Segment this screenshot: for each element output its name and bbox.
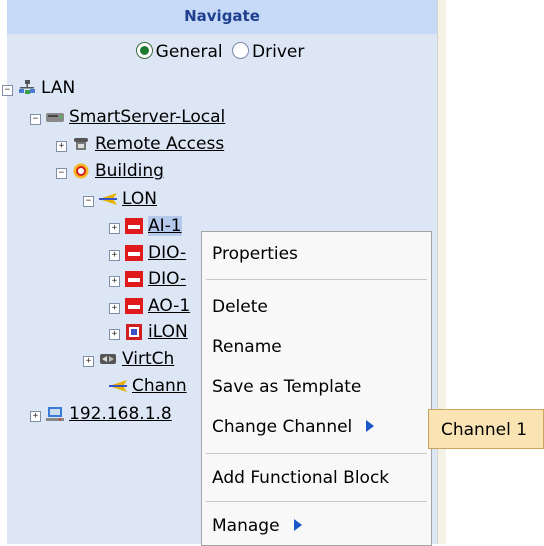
tree-label[interactable]: Building bbox=[95, 161, 164, 181]
server-icon bbox=[46, 113, 64, 122]
menu-item-manage[interactable]: Manage bbox=[212, 512, 302, 540]
tree-label[interactable]: AI-1 bbox=[148, 216, 182, 236]
tree-node-remote-access[interactable]: + Remote Access bbox=[56, 133, 224, 155]
panel-splitter[interactable] bbox=[437, 0, 446, 544]
menu-item-rename[interactable]: Rename bbox=[212, 333, 282, 361]
network-icon bbox=[19, 80, 35, 94]
driver-radio[interactable] bbox=[232, 42, 250, 59]
channel-icon bbox=[109, 380, 127, 392]
expand-icon[interactable]: + bbox=[109, 303, 120, 314]
menu-separator bbox=[206, 279, 427, 280]
tree-label[interactable]: LON bbox=[122, 189, 157, 209]
tree-node-lon[interactable]: − LON bbox=[83, 188, 157, 210]
tree-label[interactable]: Chann bbox=[132, 376, 187, 396]
panel-title: Navigate bbox=[7, 0, 437, 34]
expand-icon[interactable]: + bbox=[83, 356, 94, 367]
menu-item-label: Change Channel bbox=[212, 417, 353, 437]
collapse-icon[interactable]: − bbox=[30, 114, 41, 125]
general-radio[interactable] bbox=[135, 42, 153, 59]
device-icon bbox=[125, 245, 143, 261]
tree-node-channel[interactable]: Chann bbox=[109, 375, 187, 397]
driver-radio-label[interactable]: Driver bbox=[252, 42, 304, 62]
computer-icon bbox=[46, 407, 64, 421]
expand-icon[interactable]: + bbox=[30, 411, 41, 422]
menu-item-add-functional-block[interactable]: Add Functional Block bbox=[212, 464, 389, 492]
tree-node-building[interactable]: − Building bbox=[56, 160, 164, 182]
collapse-icon[interactable]: − bbox=[83, 196, 94, 207]
tree-node-dio2[interactable]: + DIO- bbox=[109, 268, 186, 290]
tree-label[interactable]: SmartServer-Local bbox=[69, 107, 225, 127]
collapse-icon[interactable]: − bbox=[56, 168, 67, 179]
menu-item-save-template[interactable]: Save as Template bbox=[212, 373, 361, 401]
menu-separator bbox=[206, 453, 427, 454]
device-icon bbox=[125, 271, 143, 287]
tree-label[interactable]: 192.168.1.8 bbox=[69, 404, 172, 424]
menu-item-properties[interactable]: Properties bbox=[212, 240, 298, 268]
context-menu: Properties Delete Rename Save as Templat… bbox=[201, 231, 432, 546]
tree-node-ao1[interactable]: + AO-1 bbox=[109, 295, 190, 317]
tree-node-smartserver[interactable]: − SmartServer-Local bbox=[30, 106, 225, 128]
expand-icon[interactable]: + bbox=[109, 223, 120, 234]
general-radio-label[interactable]: General bbox=[156, 42, 223, 62]
tree-label[interactable]: VirtCh bbox=[122, 349, 174, 369]
expand-icon[interactable]: + bbox=[109, 276, 120, 287]
telephone-icon bbox=[74, 138, 88, 150]
tree-label[interactable]: DIO- bbox=[148, 269, 186, 289]
menu-item-change-channel[interactable]: Change Channel bbox=[212, 413, 375, 441]
mode-radio-group: General Driver bbox=[0, 42, 440, 62]
tree-label[interactable]: DIO- bbox=[148, 243, 186, 263]
expand-icon[interactable]: + bbox=[109, 329, 120, 340]
menu-item-delete[interactable]: Delete bbox=[212, 293, 268, 321]
submenu-arrow-icon bbox=[293, 519, 302, 531]
tree-node-dio1[interactable]: + DIO- bbox=[109, 242, 186, 264]
submenu-item-channel1[interactable]: Channel 1 bbox=[428, 409, 544, 449]
lns-building-icon bbox=[73, 163, 89, 179]
submenu-arrow-icon bbox=[366, 420, 375, 432]
menu-separator bbox=[206, 501, 427, 502]
menu-item-label: Manage bbox=[212, 516, 280, 536]
expand-icon[interactable]: + bbox=[109, 250, 120, 261]
device-icon bbox=[125, 298, 143, 314]
virtual-channel-icon bbox=[100, 354, 116, 364]
tree-node-lan[interactable]: − LAN bbox=[2, 77, 75, 99]
channel-icon bbox=[99, 193, 117, 205]
collapse-icon[interactable]: − bbox=[2, 85, 13, 96]
tree-node-ai1[interactable]: + AI-1 bbox=[109, 215, 182, 237]
expand-icon[interactable]: + bbox=[56, 141, 67, 152]
tree-label[interactable]: Remote Access bbox=[95, 134, 224, 154]
tree-node-virtch[interactable]: + VirtCh bbox=[83, 348, 174, 370]
tree-node-ip[interactable]: +192.168.1.8 bbox=[30, 403, 172, 425]
tree-label[interactable]: iLON bbox=[148, 322, 188, 342]
tree-label[interactable]: LAN bbox=[41, 78, 75, 98]
tree-node-ilon[interactable]: + iLON bbox=[109, 321, 188, 343]
tree-label[interactable]: AO-1 bbox=[148, 296, 190, 316]
ilon-device-icon bbox=[126, 324, 142, 340]
device-icon bbox=[125, 218, 143, 234]
